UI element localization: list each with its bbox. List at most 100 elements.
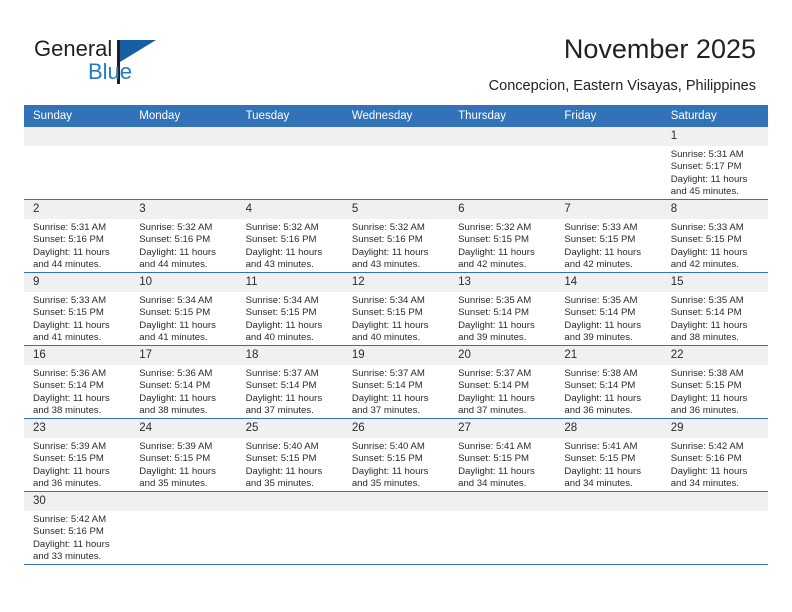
calendar-cell-empty: [342, 127, 450, 200]
sunset-text: Sunset: 5:15 PM: [139, 453, 211, 465]
daylight-text-line1: Daylight: 11 hours: [139, 246, 216, 258]
daylight-text-line2: and 45 minutes.: [670, 186, 739, 198]
day-details: Sunrise: 5:40 AM Sunset: 5:15 PM Daylight:…: [237, 438, 343, 491]
calendar-day-cell[interactable]: 26 Sunrise: 5:40 AM Sunset: 5:15 PM Dayligh…: [342, 418, 450, 492]
calendar-day-cell[interactable]: 24 Sunrise: 5:39 AM Sunset: 5:15 PM Dayligh…: [130, 418, 237, 492]
calendar-day-cell[interactable]: 5 Sunrise: 5:32 AM Sunset: 5:16 PM Daylight…: [342, 199, 450, 273]
logo-text-blue: Blue: [88, 59, 133, 84]
sunrise-text: Sunrise: 5:34 AM: [139, 295, 213, 306]
calendar-day-cell[interactable]: 25 Sunrise: 5:40 AM Sunset: 5:15 PM Dayligh…: [236, 418, 343, 492]
day-number-placeholder: [342, 127, 450, 146]
daylight-text-line2: and 37 minutes.: [458, 405, 527, 417]
sunrise-text: Sunrise: 5:32 AM: [458, 222, 532, 233]
day-details: Sunrise: 5:32 AM Sunset: 5:16 PM Daylight:…: [130, 219, 236, 272]
sunset-text: Sunset: 5:17 PM: [670, 161, 742, 173]
daylight-text-line1: Daylight: 11 hours: [670, 319, 748, 331]
day-details: Sunrise: 5:33 AM Sunset: 5:15 PM Daylight:…: [555, 219, 661, 272]
day-number-placeholder: [449, 127, 556, 146]
day-number: 6: [449, 200, 556, 219]
day-number: 8: [661, 200, 768, 219]
calendar-day-cell[interactable]: 29 Sunrise: 5:42 AM Sunset: 5:16 PM Dayligh…: [661, 418, 768, 492]
daylight-text-line2: and 39 minutes.: [564, 332, 633, 344]
day-number-placeholder: [24, 127, 131, 146]
calendar-day-cell[interactable]: 30 Sunrise: 5:42 AM Sunset: 5:16 PM Dayligh…: [24, 491, 131, 565]
weekday-header-row: Sunday Monday Tuesday Wednesday Thursday…: [24, 105, 768, 127]
calendar-day-cell[interactable]: 16 Sunrise: 5:36 AM Sunset: 5:14 PM Dayligh…: [24, 345, 131, 419]
calendar-day-cell[interactable]: 4 Sunrise: 5:32 AM Sunset: 5:16 PM Daylight…: [236, 199, 343, 273]
calendar-day-cell[interactable]: 7 Sunrise: 5:33 AM Sunset: 5:15 PM Daylight…: [555, 199, 662, 273]
calendar-week-row: 30 Sunrise: 5:42 AM Sunset: 5:16 PM Dayligh…: [24, 491, 768, 565]
calendar-cell-empty: [342, 491, 450, 565]
sunset-text: Sunset: 5:14 PM: [670, 307, 742, 319]
calendar-day-cell[interactable]: 22 Sunrise: 5:38 AM Sunset: 5:15 PM Dayligh…: [661, 345, 768, 419]
sunset-text: Sunset: 5:14 PM: [245, 380, 317, 392]
sunset-text: Sunset: 5:15 PM: [351, 453, 423, 465]
daylight-text-line2: and 37 minutes.: [245, 405, 314, 417]
sunrise-text: Sunrise: 5:33 AM: [564, 222, 638, 233]
day-details: Sunrise: 5:31 AM Sunset: 5:17 PM Daylight:…: [662, 146, 768, 199]
daylight-text-line2: and 36 minutes.: [670, 405, 739, 417]
day-number: 10: [130, 273, 237, 292]
day-details: Sunrise: 5:40 AM Sunset: 5:15 PM Daylight:…: [343, 438, 449, 491]
calendar-day-cell[interactable]: 10 Sunrise: 5:34 AM Sunset: 5:15 PM Dayligh…: [130, 272, 237, 346]
calendar-day-cell[interactable]: 13 Sunrise: 5:35 AM Sunset: 5:14 PM Dayligh…: [449, 272, 556, 346]
sunrise-text: Sunrise: 5:41 AM: [564, 441, 638, 452]
sunrise-text: Sunrise: 5:35 AM: [564, 295, 638, 306]
day-number: 16: [24, 346, 131, 365]
day-details: Sunrise: 5:33 AM Sunset: 5:15 PM Daylight:…: [662, 219, 768, 272]
day-number: 27: [449, 419, 556, 438]
sunrise-text: Sunrise: 5:38 AM: [670, 368, 744, 379]
sunset-text: Sunset: 5:16 PM: [33, 234, 104, 246]
calendar-day-cell[interactable]: 18 Sunrise: 5:37 AM Sunset: 5:14 PM Dayligh…: [236, 345, 343, 419]
daylight-text-line2: and 35 minutes.: [351, 478, 421, 490]
calendar-grid: Sunday Monday Tuesday Wednesday Thursday…: [24, 105, 768, 565]
logo[interactable]: General Blue: [34, 36, 214, 88]
calendar-day-cell[interactable]: 27 Sunrise: 5:41 AM Sunset: 5:15 PM Dayligh…: [449, 418, 556, 492]
calendar-cell-empty: [24, 127, 131, 200]
daylight-text-line2: and 41 minutes.: [139, 332, 208, 344]
daylight-text-line1: Daylight: 11 hours: [245, 392, 323, 404]
sunrise-text: Sunrise: 5:42 AM: [670, 441, 744, 452]
sunset-text: Sunset: 5:14 PM: [458, 380, 530, 392]
day-number: 21: [555, 346, 662, 365]
calendar-day-cell[interactable]: 6 Sunrise: 5:32 AM Sunset: 5:15 PM Daylight…: [449, 199, 556, 273]
calendar-day-cell[interactable]: 2 Sunrise: 5:31 AM Sunset: 5:16 PM Daylight…: [24, 199, 131, 273]
daylight-text-line1: Daylight: 11 hours: [33, 392, 110, 404]
calendar-week-row: 23 Sunrise: 5:39 AM Sunset: 5:15 PM Dayligh…: [24, 418, 768, 492]
calendar-day-cell[interactable]: 3 Sunrise: 5:32 AM Sunset: 5:16 PM Daylight…: [130, 199, 237, 273]
sunrise-text: Sunrise: 5:39 AM: [139, 441, 213, 452]
daylight-text-line1: Daylight: 11 hours: [458, 465, 535, 477]
calendar-cell-empty: [555, 491, 662, 565]
calendar-day-cell[interactable]: 11 Sunrise: 5:34 AM Sunset: 5:15 PM Dayligh…: [236, 272, 343, 346]
calendar-day-cell[interactable]: 17 Sunrise: 5:36 AM Sunset: 5:14 PM Dayligh…: [130, 345, 237, 419]
calendar-day-cell[interactable]: 14 Sunrise: 5:35 AM Sunset: 5:14 PM Dayligh…: [555, 272, 662, 346]
day-details: Sunrise: 5:32 AM Sunset: 5:16 PM Daylight:…: [343, 219, 449, 272]
calendar-day-cell[interactable]: 28 Sunrise: 5:41 AM Sunset: 5:15 PM Dayligh…: [555, 418, 662, 492]
calendar-day-cell[interactable]: 12 Sunrise: 5:34 AM Sunset: 5:15 PM Dayligh…: [342, 272, 450, 346]
day-number-placeholder: [555, 492, 662, 511]
day-number: 20: [449, 346, 556, 365]
calendar-day-cell[interactable]: 19 Sunrise: 5:37 AM Sunset: 5:14 PM Dayligh…: [342, 345, 450, 419]
sunrise-text: Sunrise: 5:40 AM: [245, 441, 319, 452]
day-number: 13: [449, 273, 556, 292]
calendar-day-cell[interactable]: 21 Sunrise: 5:38 AM Sunset: 5:14 PM Dayligh…: [555, 345, 662, 419]
day-number: 1: [661, 127, 768, 146]
daylight-text-line1: Daylight: 11 hours: [33, 246, 110, 258]
day-details: Sunrise: 5:37 AM Sunset: 5:14 PM Daylight:…: [449, 365, 555, 418]
daylight-text-line1: Daylight: 11 hours: [670, 392, 748, 404]
day-number-placeholder: [130, 492, 237, 511]
daylight-text-line2: and 34 minutes.: [458, 478, 527, 490]
calendar-day-cell[interactable]: 9 Sunrise: 5:33 AM Sunset: 5:15 PM Daylight…: [24, 272, 131, 346]
calendar-day-cell[interactable]: 20 Sunrise: 5:37 AM Sunset: 5:14 PM Dayligh…: [449, 345, 556, 419]
sunset-text: Sunset: 5:14 PM: [564, 380, 636, 392]
sunset-text: Sunset: 5:15 PM: [458, 234, 530, 246]
calendar-week-row: 16 Sunrise: 5:36 AM Sunset: 5:14 PM Dayligh…: [24, 345, 768, 419]
day-number: 12: [342, 273, 450, 292]
daylight-text-line1: Daylight: 11 hours: [139, 465, 216, 477]
daylight-text-line1: Daylight: 11 hours: [351, 392, 429, 404]
calendar-day-cell[interactable]: 23 Sunrise: 5:39 AM Sunset: 5:15 PM Dayligh…: [24, 418, 131, 492]
day-details: Sunrise: 5:36 AM Sunset: 5:14 PM Daylight:…: [24, 365, 130, 418]
calendar-day-cell[interactable]: 15 Sunrise: 5:35 AM Sunset: 5:14 PM Dayligh…: [661, 272, 768, 346]
calendar-day-cell[interactable]: 8 Sunrise: 5:33 AM Sunset: 5:15 PM Daylight…: [661, 199, 768, 273]
calendar-day-cell[interactable]: 1 Sunrise: 5:31 AM Sunset: 5:17 PM Daylight…: [661, 127, 768, 200]
